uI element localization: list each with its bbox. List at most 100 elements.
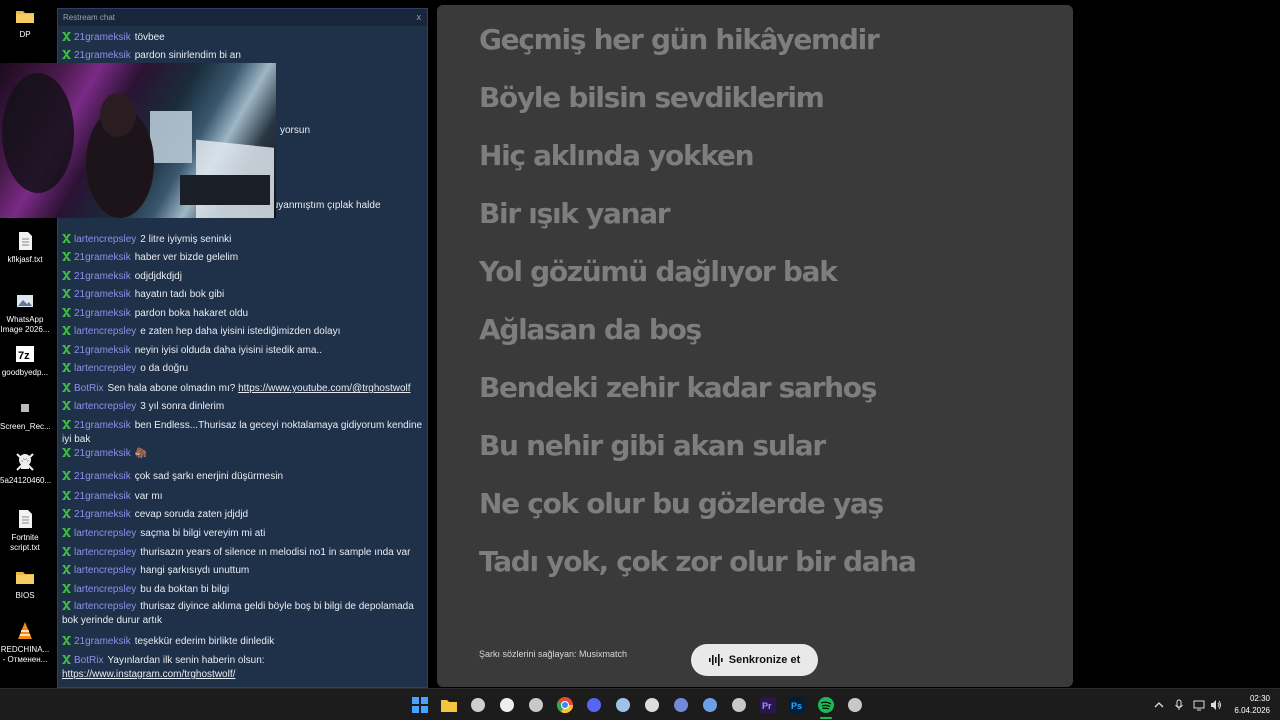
lyric-line[interactable]: Hiç aklında yokken: [479, 139, 755, 172]
desktop-icon-graphic: [14, 508, 36, 530]
lyric-line[interactable]: Bir ışık yanar: [479, 197, 671, 230]
verified-badge-icon: [62, 448, 71, 457]
chat-username[interactable]: lartencrepsley: [74, 401, 136, 412]
lyric-line[interactable]: Böyle bilsin sevdiklerim: [479, 81, 825, 114]
lyric-line[interactable]: Tadı yok, çok zor olur bir daha: [479, 545, 917, 578]
chat-link[interactable]: https://www.youtube.com/@trghostwolf: [238, 383, 410, 394]
verified-badge-icon: [62, 50, 71, 59]
sync-button[interactable]: Senkronize et: [691, 644, 818, 676]
lyric-line[interactable]: Ne çok olur bu gözlerde yaş: [479, 487, 884, 520]
vlc-icon: [18, 622, 32, 639]
clock-time: 02:30: [1249, 694, 1270, 703]
chat-text: yorsun: [280, 125, 311, 136]
system-clock[interactable]: 02:30 6.04.2026: [1234, 693, 1270, 717]
desktop-icon-bios[interactable]: BIOS: [0, 566, 50, 601]
chat-username[interactable]: lartencrepsley: [74, 363, 136, 374]
desktop-icon-whatsapp-image[interactable]: WhatsApp Image 2026...: [0, 290, 50, 335]
chat-username[interactable]: 21grameksik: [74, 471, 131, 482]
chat-username[interactable]: BotRix: [74, 383, 103, 394]
chat-message: 21grameksik pardon boka hakaret oldu: [62, 307, 423, 321]
chat-username[interactable]: 21grameksik: [74, 420, 131, 431]
chat-text: odjdjdkdjdj: [134, 271, 182, 282]
chevron-up-icon[interactable]: [1153, 699, 1165, 711]
chat-username[interactable]: 21grameksik: [74, 448, 131, 459]
chat-username[interactable]: 21grameksik: [74, 345, 131, 356]
chat-username[interactable]: 21grameksik: [74, 252, 131, 263]
chat-text: teşekkür ederim birlikte dinledik: [134, 636, 275, 647]
taskbar-app-5[interactable]: [556, 696, 574, 714]
chat-username[interactable]: BotRix: [74, 655, 103, 666]
app-icon: [529, 698, 543, 712]
chat-message: lartencrepsley e zaten hep daha iyisini i…: [62, 325, 423, 339]
lyric-line[interactable]: Ağlasan da boş: [479, 313, 702, 346]
taskbar-app-1[interactable]: [440, 696, 458, 714]
windows-start-icon: [412, 697, 428, 713]
display-icon[interactable]: [1193, 699, 1205, 711]
taskbar-app-14[interactable]: [817, 696, 835, 719]
photoshop-icon: Ps: [789, 697, 805, 713]
desktop-icon-screen-rec[interactable]: Screen_Rec...: [0, 397, 51, 432]
lyric-line[interactable]: Geçmiş her gün hikâyemdir: [479, 23, 880, 56]
desktop-icon-graphic: [14, 397, 36, 419]
desktop-icon-folder-dp[interactable]: DP: [0, 5, 50, 40]
chat-link[interactable]: https://www.instagram.com/trghostwolf/: [62, 669, 235, 680]
desktop-icon-graphic: [14, 451, 36, 473]
chat-text: e zaten hep daha iyisini istediğimizden …: [140, 326, 341, 337]
verified-badge-icon: [62, 401, 71, 410]
lyric-line[interactable]: Bu nehir gibi akan sular: [479, 429, 826, 462]
chat-username[interactable]: 21grameksik: [74, 50, 131, 61]
desktop-icon-label: Fortnite script.txt: [10, 533, 40, 552]
taskbar-app-10[interactable]: [701, 696, 719, 714]
taskbar-app-11[interactable]: [730, 696, 748, 714]
chat-username[interactable]: 21grameksik: [74, 308, 131, 319]
verified-badge-icon: [62, 471, 71, 480]
taskbar-app-4[interactable]: [527, 696, 545, 714]
chat-username[interactable]: lartencrepsley: [74, 547, 136, 558]
chat-username[interactable]: 21grameksik: [74, 509, 131, 520]
spotify-icon: [818, 697, 834, 713]
taskbar-app-7[interactable]: [614, 696, 632, 714]
microphone-icon[interactable]: [1173, 699, 1185, 711]
taskbar-app-13[interactable]: Ps: [788, 696, 806, 714]
taskbar: Pr Ps 02:30 6.04.2026: [0, 688, 1280, 720]
browser-icon: [703, 698, 717, 712]
desktop-icon-5a24120460[interactable]: 5a24120460...: [0, 451, 51, 486]
chat-text: çok sad şarkı enerjini düşürmesin: [134, 471, 284, 482]
desktop-icon-fortnite-script[interactable]: Fortnite script.txt: [0, 508, 50, 553]
chat-message: 21grameksik odjdjdkdjdj: [62, 270, 423, 284]
chat-username[interactable]: 21grameksik: [74, 491, 131, 502]
lyric-line[interactable]: Bendeki zehir kadar sarhoş: [479, 371, 877, 404]
image-file-icon: [17, 295, 33, 307]
chat-message: 21grameksik tövbee: [62, 31, 423, 45]
taskbar-app-8[interactable]: [643, 696, 661, 714]
chat-username[interactable]: lartencrepsley: [74, 584, 136, 595]
close-button[interactable]: x: [417, 9, 422, 26]
chat-username[interactable]: 21grameksik: [74, 271, 131, 282]
taskbar-app-2[interactable]: [469, 696, 487, 714]
desktop-icon-redchina[interactable]: REDCHINA... - Отменен...: [0, 620, 50, 665]
desktop-icon-kflkjasf[interactable]: kflkjasf.txt: [0, 230, 50, 265]
taskbar-app-12[interactable]: Pr: [759, 696, 777, 714]
taskbar-app-6[interactable]: [585, 696, 603, 714]
taskbar-app-15[interactable]: [846, 696, 864, 714]
desktop-icon-goodbyedp[interactable]: 7z goodbyedp...: [0, 343, 50, 378]
chat-username[interactable]: lartencrepsley: [74, 601, 136, 612]
chat-username[interactable]: 21grameksik: [74, 32, 131, 43]
taskbar-app-0[interactable]: [411, 696, 429, 714]
chat-username[interactable]: lartencrepsley: [74, 326, 136, 337]
chat-username[interactable]: 21grameksik: [74, 636, 131, 647]
epic-games-icon: [645, 698, 659, 712]
desktop-icon-label: goodbyedp...: [1, 368, 49, 377]
lyric-line[interactable]: Yol gözümü dağlıyor bak: [479, 255, 838, 288]
taskbar-app-9[interactable]: [672, 696, 690, 714]
chat-title: Restream chat: [63, 13, 116, 22]
svg-text:Pr: Pr: [762, 701, 772, 711]
taskbar-app-3[interactable]: [498, 696, 516, 714]
chat-username[interactable]: lartencrepsley: [74, 565, 136, 576]
chat-username[interactable]: 21grameksik: [74, 289, 131, 300]
chat-username[interactable]: lartencrepsley: [74, 528, 136, 539]
chat-message: 21grameksik hayatın tadı bok gibi: [62, 288, 423, 302]
chat-username[interactable]: lartencrepsley: [74, 234, 136, 245]
verified-badge-icon: [62, 326, 71, 335]
volume-icon[interactable]: [1210, 699, 1222, 711]
